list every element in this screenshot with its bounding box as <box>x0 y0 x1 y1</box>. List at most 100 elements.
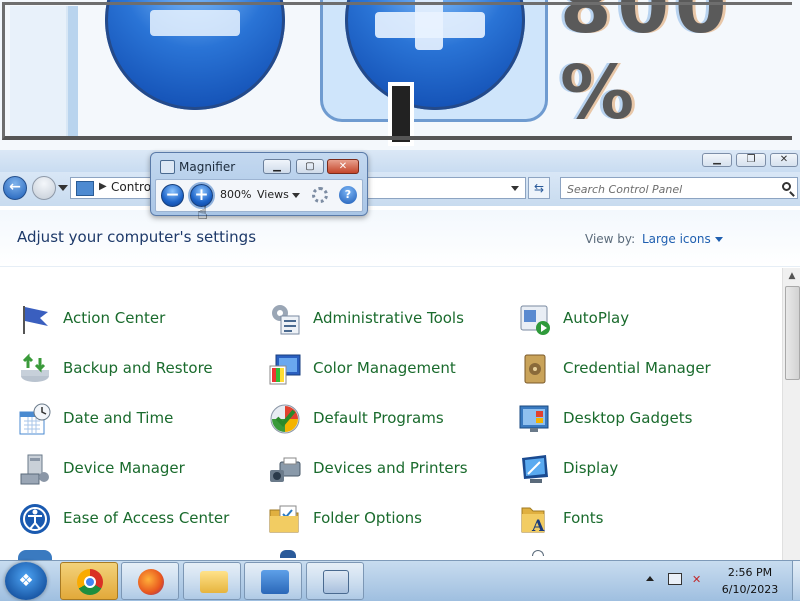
date-time-icon <box>19 403 51 435</box>
device-manager-icon <box>20 454 49 485</box>
view-by-value[interactable]: Large icons <box>642 232 711 246</box>
administrative-tools-icon <box>272 305 300 335</box>
item-label[interactable]: Folder Options <box>313 509 422 527</box>
start-button[interactable]: ❖ <box>5 562 47 600</box>
search-input[interactable] <box>565 180 769 198</box>
maximize-icon: ▢ <box>305 161 315 172</box>
firefox-icon <box>138 569 164 595</box>
svg-text:A: A <box>531 516 545 535</box>
back-button[interactable]: ← <box>3 176 27 200</box>
close-icon: ✕ <box>779 154 789 165</box>
show-hidden-icons-icon[interactable] <box>646 576 654 581</box>
recent-pages-dropdown-icon[interactable] <box>58 185 68 191</box>
control-panel-items: Action Center Administrative Tools AutoP… <box>0 268 782 560</box>
system-clock[interactable]: 2:56 PM 6/10/2023 <box>712 564 788 598</box>
partial-item-icon <box>532 550 544 556</box>
item-label[interactable]: Backup and Restore <box>63 359 213 377</box>
volume-muted-icon[interactable]: ✕ <box>692 573 706 587</box>
item-label[interactable]: Display <box>563 459 618 477</box>
folder-icon <box>200 571 228 593</box>
autoplay-icon <box>520 305 550 335</box>
window-titlebar <box>0 150 800 172</box>
window-close-button[interactable]: ✕ <box>770 153 798 167</box>
view-by-dropdown[interactable]: Large icons <box>642 232 723 246</box>
restore-icon: ❐ <box>746 154 756 165</box>
forward-button[interactable] <box>32 176 56 200</box>
taskbar-explorer-button[interactable] <box>183 562 241 600</box>
windows-logo-icon: ❖ <box>18 571 34 591</box>
item-label[interactable]: Action Center <box>63 309 165 327</box>
window-restore-button[interactable]: ❐ <box>736 153 766 167</box>
show-desktop-button[interactable] <box>792 561 800 600</box>
refresh-icon: ⇆ <box>533 181 545 195</box>
action-center-flag-icon <box>23 306 48 334</box>
item-label[interactable]: AutoPlay <box>563 309 629 327</box>
magnifier-app-icon <box>160 160 175 174</box>
magnifier-window: Magnifier ▁ ▢ ✕ − + 800% Views ? <box>150 152 368 216</box>
breadcrumb-chevron-icon[interactable]: ▶ <box>99 181 107 192</box>
magnifier-lens-view: 800 % <box>0 0 800 150</box>
ease-of-access-icon <box>20 504 50 534</box>
minimize-icon: ▁ <box>713 154 721 165</box>
view-by-chevron-icon <box>714 237 723 242</box>
item-label[interactable]: Fonts <box>563 509 603 527</box>
magnifier-maximize-button[interactable]: ▢ <box>296 159 324 174</box>
item-label[interactable]: Credential Manager <box>563 359 711 377</box>
view-by-label: View by: <box>585 232 636 246</box>
page-title: Adjust your computer's settings <box>17 228 257 246</box>
default-programs-icon <box>270 404 300 434</box>
backup-restore-icon <box>21 353 49 382</box>
minimize-icon: ▁ <box>273 161 281 172</box>
clock-time[interactable]: 2:56 PM <box>712 564 788 581</box>
item-label[interactable]: Devices and Printers <box>313 459 468 477</box>
zoom-out-button[interactable]: − <box>161 184 184 207</box>
gear-icon[interactable] <box>312 187 328 203</box>
partial-item-icon <box>18 550 52 560</box>
views-chevron-icon <box>291 192 300 198</box>
item-label[interactable]: Administrative Tools <box>313 309 464 327</box>
address-dropdown-icon[interactable] <box>511 186 519 191</box>
magnifier-title: Magnifier <box>179 160 236 174</box>
magnifier-minimize-button[interactable]: ▁ <box>263 159 291 174</box>
search-icon[interactable] <box>782 182 791 191</box>
magnifier-close-button[interactable]: ✕ <box>327 159 359 174</box>
views-dropdown[interactable]: Views <box>257 188 300 201</box>
vertical-scrollbar[interactable]: ▲ <box>782 268 800 560</box>
window-minimize-button[interactable]: ▁ <box>702 153 732 167</box>
back-arrow-icon: ← <box>9 179 21 195</box>
control-panel-icon <box>76 181 94 196</box>
item-label[interactable]: Date and Time <box>63 409 173 427</box>
partial-item-icon <box>280 550 296 558</box>
devices-printers-icon <box>270 457 301 482</box>
item-label[interactable]: Default Programs <box>313 409 444 427</box>
close-icon: ✕ <box>338 161 348 172</box>
item-label[interactable]: Color Management <box>313 359 456 377</box>
lens-frame <box>2 2 792 140</box>
views-label[interactable]: Views <box>257 188 289 201</box>
scrollbar-thumb[interactable] <box>785 286 800 380</box>
network-icon[interactable] <box>668 573 682 585</box>
scroll-up-icon[interactable]: ▲ <box>783 268 800 284</box>
display-icon <box>522 455 548 483</box>
plus-icon: + <box>194 185 209 205</box>
help-icon[interactable]: ? <box>339 186 357 204</box>
search-box[interactable] <box>560 177 798 199</box>
color-management-icon <box>269 354 301 385</box>
item-label[interactable]: Ease of Access Center <box>63 509 229 527</box>
minus-icon: − <box>165 185 180 205</box>
refresh-button[interactable]: ⇆ <box>528 177 550 199</box>
taskbar-control-panel-button[interactable] <box>244 562 302 600</box>
clock-date[interactable]: 6/10/2023 <box>712 581 788 598</box>
desktop-gadgets-icon <box>519 405 549 432</box>
chrome-icon <box>77 569 103 595</box>
taskbar-magnifier-button[interactable] <box>306 562 364 600</box>
taskbar-firefox-button[interactable] <box>121 562 179 600</box>
item-label[interactable]: Device Manager <box>63 459 185 477</box>
fonts-icon: A <box>521 507 545 535</box>
credential-manager-icon <box>524 354 546 384</box>
hand-cursor-icon: ☝ <box>197 203 208 224</box>
zoom-level: 800% <box>220 188 252 201</box>
item-label[interactable]: Desktop Gadgets <box>563 409 692 427</box>
magnifier-icon <box>323 570 349 594</box>
taskbar-chrome-button[interactable] <box>60 562 118 600</box>
